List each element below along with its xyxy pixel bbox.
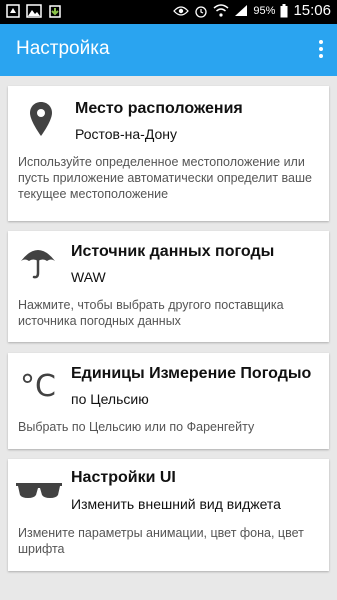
card-value: Ростов-на-Дону [75,126,177,142]
card-title: Единицы Измерение Погодыо [71,365,312,382]
battery-percent: 95% [253,4,276,17]
card-value: по Цельсию [71,391,149,407]
clock: 15:06 [293,2,331,19]
alarm-icon [195,5,208,18]
card-title: Настройки UI [71,469,176,486]
wifi-icon [213,4,229,17]
celsius-icon: °C [20,369,56,404]
download-icon [49,5,61,18]
more-vert-icon[interactable] [315,38,327,62]
card-description: Выбрать по Цельсию или по Фаренгейту [18,420,255,434]
notification-generic-icon [6,4,20,18]
units-card[interactable]: °C Единицы Измерение Погодыо по Цельсию … [8,353,329,449]
card-description: Измените параметры анимации, цвет фона, … [18,526,304,556]
card-value: Изменить внешний вид виджета [71,496,281,512]
umbrella-icon [21,250,55,279]
card-title: Место расположения [75,100,243,117]
card-description: Нажмите, чтобы выбрать другого поставщик… [18,298,284,328]
card-value: WAW [71,269,106,285]
location-pin-icon [30,102,52,136]
card-description: Используйте определенное местоположение … [18,155,312,201]
status-bar: 95% 15:06 [0,0,337,24]
card-title: Источник данных погоды [71,243,275,260]
eye-icon [173,5,190,16]
page-title: Настройка [16,38,110,59]
location-setting-card[interactable]: Место расположения Ростов-на-Дону Исполь… [8,86,329,221]
app-bar: Настройка [0,24,337,76]
gallery-icon [26,4,42,18]
sunglasses-icon [16,483,62,498]
weather-source-card[interactable]: Источник данных погоды WAW Нажмите, чтоб… [8,231,329,342]
signal-icon [235,5,248,16]
battery-icon [280,3,288,17]
ui-settings-card[interactable]: Настройки UI Изменить внешний вид виджет… [8,459,329,571]
